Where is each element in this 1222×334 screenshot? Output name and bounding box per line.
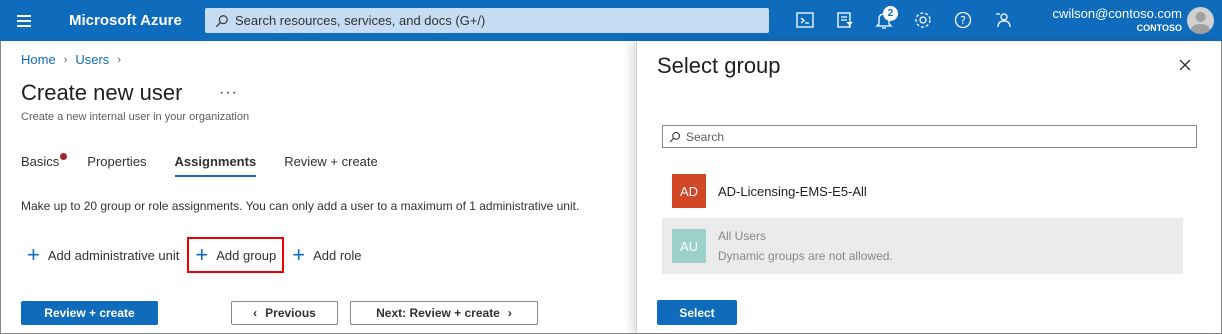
review-create-button[interactable]: Review + create bbox=[21, 301, 158, 325]
plus-icon: + bbox=[195, 242, 209, 267]
help-icon[interactable]: ? bbox=[953, 10, 973, 30]
tab-basics[interactable]: Basics bbox=[21, 153, 68, 177]
group-search-placeholder: Search bbox=[686, 129, 725, 144]
plus-icon: + bbox=[292, 242, 306, 267]
panel-title: Select group bbox=[657, 53, 781, 78]
chevron-right-icon: › bbox=[63, 53, 68, 66]
global-search-placeholder: Search resources, services, and docs (G+… bbox=[235, 13, 486, 28]
group-name: AD-Licensing-EMS-E5-All bbox=[718, 183, 867, 199]
group-note: Dynamic groups are not allowed. bbox=[718, 249, 893, 263]
select-group-panel: Select group Search AD AD-Licensing-EMS-… bbox=[636, 41, 1221, 333]
tab-review-create[interactable]: Review + create bbox=[284, 154, 378, 177]
add-role-button[interactable]: + Add role bbox=[286, 237, 367, 273]
chevron-left-icon: ‹ bbox=[253, 306, 258, 320]
add-role-label: Add role bbox=[313, 247, 362, 263]
account-tenant: CONTOSO bbox=[1136, 23, 1182, 33]
breadcrumb: Home › Users › bbox=[21, 52, 121, 67]
add-administrative-unit-label: Add administrative unit bbox=[47, 247, 180, 263]
previous-label: Previous bbox=[265, 306, 316, 320]
tab-assignments[interactable]: Assignments bbox=[174, 154, 256, 177]
select-button[interactable]: Select bbox=[657, 300, 737, 325]
error-dot-icon bbox=[60, 153, 68, 160]
cloud-shell-icon[interactable] bbox=[795, 10, 815, 30]
list-item: AU All Users Dynamic groups are not allo… bbox=[662, 218, 1183, 274]
tab-basics-label: Basics bbox=[21, 154, 60, 169]
brand-title[interactable]: Microsoft Azure bbox=[69, 12, 182, 29]
assignments-description: Make up to 20 group or role assignments.… bbox=[21, 199, 580, 213]
assignment-actions: + Add administrative unit + Add group + … bbox=[21, 236, 368, 274]
plus-icon: + bbox=[27, 242, 40, 267]
chevron-right-icon: › bbox=[117, 53, 121, 66]
menu-icon[interactable] bbox=[12, 10, 38, 31]
feedback-icon[interactable] bbox=[993, 10, 1013, 30]
add-administrative-unit-button[interactable]: + Add administrative unit bbox=[21, 237, 185, 273]
group-avatar: AU bbox=[672, 229, 706, 263]
avatar[interactable] bbox=[1187, 7, 1214, 34]
search-icon bbox=[669, 131, 681, 142]
account-email: cwilson@contoso.com bbox=[1052, 6, 1182, 21]
add-group-button[interactable]: + Add group bbox=[187, 237, 285, 273]
more-options-icon[interactable]: ··· bbox=[219, 84, 238, 102]
page-title: Create new user bbox=[21, 80, 183, 105]
chevron-right-icon: › bbox=[507, 306, 512, 320]
search-icon bbox=[215, 14, 228, 27]
add-group-label: Add group bbox=[216, 247, 277, 263]
global-search-input[interactable]: Search resources, services, and docs (G+… bbox=[205, 8, 769, 33]
next-label: Next: Review + create bbox=[376, 306, 500, 320]
group-avatar: AD bbox=[672, 174, 706, 208]
account-info[interactable]: cwilson@contoso.com CONTOSO bbox=[1040, 6, 1182, 33]
next-review-create-button[interactable]: Next: Review + create › bbox=[350, 301, 538, 325]
tab-properties[interactable]: Properties bbox=[87, 154, 146, 177]
settings-gear-icon[interactable] bbox=[913, 10, 933, 30]
previous-button[interactable]: ‹ Previous bbox=[231, 301, 338, 325]
notification-badge: 2 bbox=[883, 6, 898, 21]
breadcrumb-home[interactable]: Home bbox=[21, 52, 56, 67]
top-bar: Microsoft Azure Search resources, servic… bbox=[0, 0, 1222, 41]
tab-bar: Basics Properties Assignments Review + c… bbox=[21, 153, 406, 177]
group-name: All Users bbox=[718, 229, 767, 243]
svg-text:?: ? bbox=[960, 14, 966, 27]
group-search-input[interactable]: Search bbox=[662, 125, 1197, 148]
directory-filter-icon[interactable] bbox=[835, 10, 855, 30]
breadcrumb-users[interactable]: Users bbox=[75, 52, 109, 67]
list-item[interactable]: AD AD-Licensing-EMS-E5-All bbox=[662, 166, 1183, 216]
page-subtitle: Create a new internal user in your organ… bbox=[21, 111, 250, 123]
close-icon[interactable] bbox=[1177, 57, 1193, 73]
